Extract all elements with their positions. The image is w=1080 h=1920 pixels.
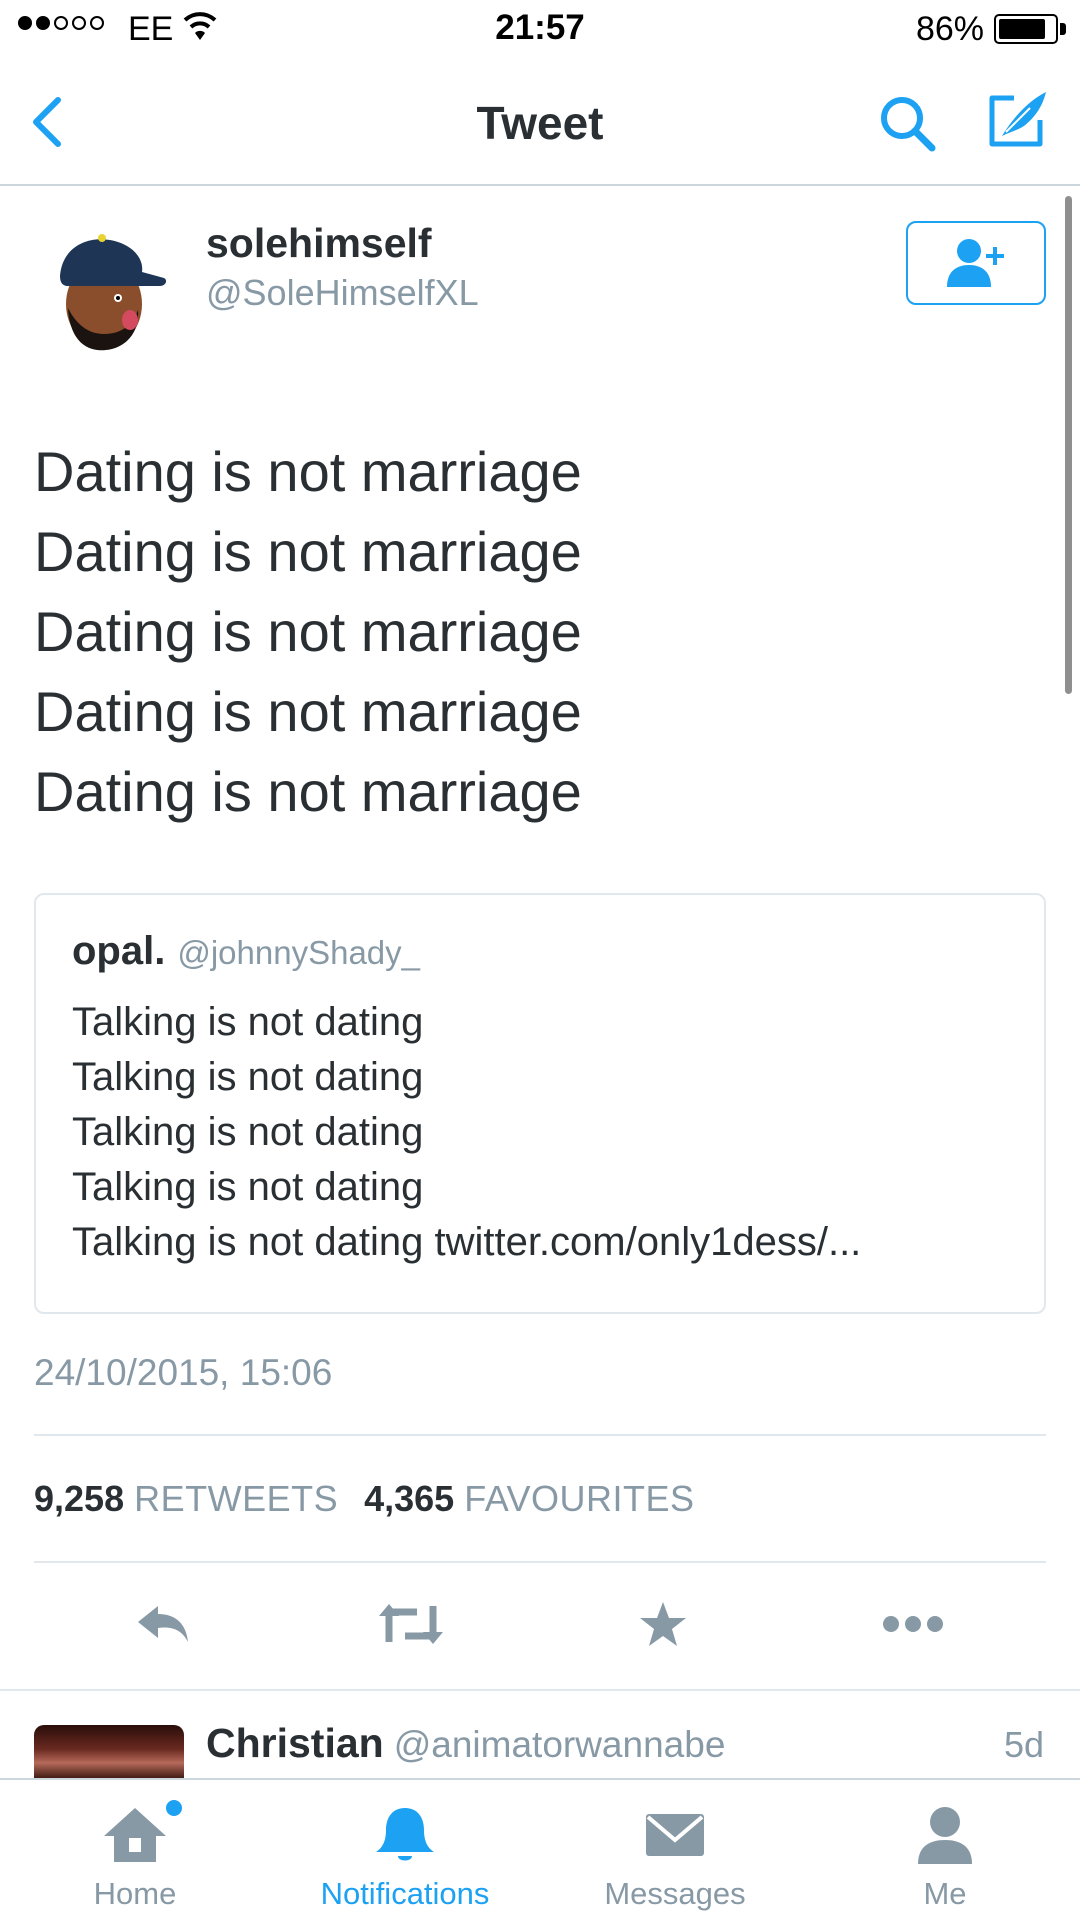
- author-name[interactable]: solehimself: [206, 220, 432, 267]
- tab-label: Notifications: [320, 1876, 490, 1911]
- tweet-actions: [0, 1594, 1080, 1654]
- quoted-author-name: opal.: [72, 929, 166, 973]
- person-icon: [918, 1807, 972, 1864]
- author-handle[interactable]: @SoleHimselfXL: [206, 272, 479, 314]
- tab-messages[interactable]: Messages: [540, 1780, 810, 1920]
- retweet-icon: [379, 1604, 443, 1644]
- tab-notifications[interactable]: Notifications: [270, 1780, 540, 1920]
- tweet-text-line: Dating is not marriage: [34, 760, 582, 823]
- favourites-stat[interactable]: 4,365 FAVOURITES: [364, 1478, 694, 1519]
- divider: [34, 1561, 1046, 1563]
- reply-author-handle: @animatorwannabe: [393, 1724, 726, 1765]
- quoted-text-line: Talking is not dating: [72, 1165, 424, 1209]
- add-user-icon: [947, 239, 1004, 287]
- retweets-stat[interactable]: 9,258 RETWEETS: [34, 1478, 338, 1519]
- favourites-label: FAVOURITES: [464, 1478, 695, 1519]
- reply-author-name: Christian: [206, 1720, 384, 1766]
- scroll-indicator[interactable]: [1065, 196, 1072, 694]
- compose-icon[interactable]: [984, 86, 1050, 152]
- home-icon: [104, 1808, 166, 1862]
- battery-icon: [994, 14, 1058, 44]
- reply-icon: [138, 1606, 188, 1642]
- reply-button[interactable]: [128, 1594, 198, 1654]
- tab-label: Home: [93, 1876, 177, 1911]
- tab-label: Messages: [604, 1876, 746, 1911]
- tab-me[interactable]: Me: [810, 1780, 1080, 1920]
- tweet-stats: 9,258 RETWEETS 4,365 FAVOURITES: [34, 1478, 695, 1520]
- reply-avatar[interactable]: [34, 1725, 184, 1779]
- tweet-timestamp: 24/10/2015, 15:06: [34, 1352, 333, 1393]
- reply-author[interactable]: Christian @animatorwannabe: [206, 1720, 725, 1767]
- search-icon[interactable]: [876, 92, 940, 156]
- tab-label: Me: [923, 1876, 967, 1911]
- quoted-tweet-text: Talking is not dating Talking is not dat…: [72, 995, 861, 1270]
- tab-bar: Home Notifications Messages Me: [0, 1778, 1080, 1920]
- favourite-button[interactable]: [628, 1594, 698, 1654]
- quoted-text-line: Talking is not dating: [72, 1110, 424, 1154]
- star-icon: [640, 1602, 686, 1646]
- reply-time: 5d: [1003, 1724, 1044, 1765]
- tab-home[interactable]: Home: [0, 1780, 270, 1920]
- divider: [34, 1434, 1046, 1436]
- tweet-text: Dating is not marriage Dating is not mar…: [34, 432, 1034, 832]
- status-bar: EE 21:57 86%: [0, 0, 1080, 58]
- nav-bar: Tweet: [0, 58, 1080, 186]
- tweet-text-line: Dating is not marriage: [34, 600, 582, 663]
- quoted-tweet[interactable]: opal. @johnnyShady_ Talking is not dating…: [34, 893, 1046, 1314]
- quoted-text-line: Talking is not dating twitter.com/only1d…: [72, 1215, 861, 1270]
- tweet-text-line: Dating is not marriage: [34, 520, 582, 583]
- notification-dot: [166, 1800, 182, 1816]
- bell-icon: [376, 1808, 434, 1861]
- quoted-text-last: Talking is not dating: [72, 1220, 424, 1264]
- divider: [0, 1689, 1080, 1691]
- retweets-label: RETWEETS: [134, 1478, 339, 1519]
- battery-nub: [1060, 23, 1066, 35]
- battery-percentage: 86%: [915, 10, 984, 48]
- tweet-text-line: Dating is not marriage: [34, 440, 582, 503]
- favourites-count: 4,365: [364, 1478, 455, 1519]
- quoted-tweet-header: opal. @johnnyShady_: [72, 929, 420, 974]
- envelope-icon: [646, 1814, 704, 1856]
- quoted-text-line: Talking is not dating: [72, 1000, 424, 1044]
- retweets-count: 9,258: [34, 1478, 125, 1519]
- more-button[interactable]: [878, 1594, 948, 1654]
- follow-button[interactable]: [906, 221, 1046, 305]
- quoted-text-line: Talking is not dating: [72, 1055, 424, 1099]
- tweet-text-line: Dating is not marriage: [34, 680, 582, 743]
- quoted-author-handle: @johnnyShady_: [177, 934, 421, 971]
- quoted-link[interactable]: twitter.com/only1dess/...: [434, 1220, 861, 1264]
- more-icon: [883, 1616, 943, 1632]
- author-avatar[interactable]: [46, 224, 176, 354]
- retweet-button[interactable]: [376, 1594, 446, 1654]
